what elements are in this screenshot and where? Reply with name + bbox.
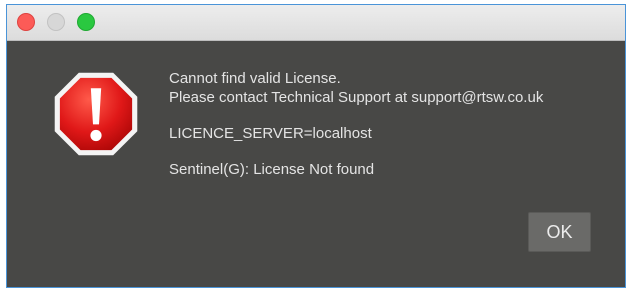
sentinel-status: Sentinel(G): License Not found — [169, 161, 375, 178]
error-message: Cannot find valid License. — [169, 70, 341, 87]
minimize-window-button[interactable] — [47, 13, 65, 31]
message-block: Cannot find valid License. Please contac… — [169, 69, 543, 179]
zoom-window-button[interactable] — [77, 13, 95, 31]
close-window-button[interactable] — [17, 13, 35, 31]
dialog-content: Cannot find valid License. Please contac… — [7, 41, 625, 287]
title-bar — [7, 5, 625, 41]
stop-alert-icon — [54, 72, 138, 156]
license-error-dialog: Cannot find valid License. Please contac… — [6, 4, 626, 288]
support-message: Please contact Technical Support at supp… — [169, 89, 544, 106]
licence-server-info: LICENCE_SERVER=localhost — [169, 125, 372, 142]
ok-button[interactable]: OK — [528, 212, 591, 252]
